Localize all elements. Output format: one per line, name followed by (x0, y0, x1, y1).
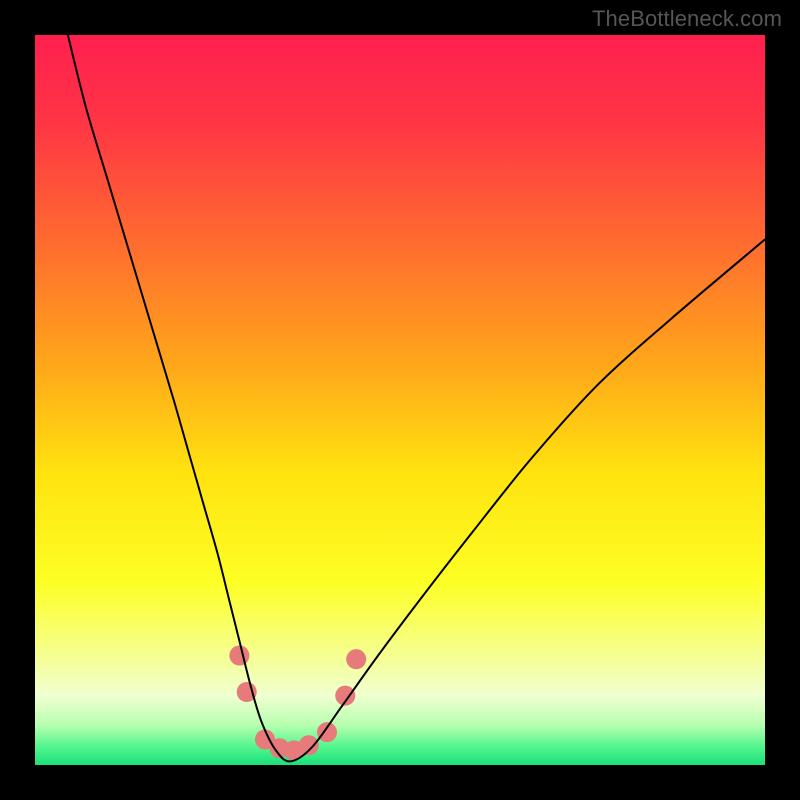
highlight-dot (317, 722, 337, 742)
chart-frame: TheBottleneck.com (0, 0, 800, 800)
plot-area (35, 35, 765, 765)
plot-background (35, 35, 765, 765)
highlight-dot (346, 649, 366, 669)
plot-svg (35, 35, 765, 765)
highlight-dot (229, 646, 249, 666)
highlight-dot (299, 735, 319, 755)
watermark-text: TheBottleneck.com (592, 6, 782, 32)
